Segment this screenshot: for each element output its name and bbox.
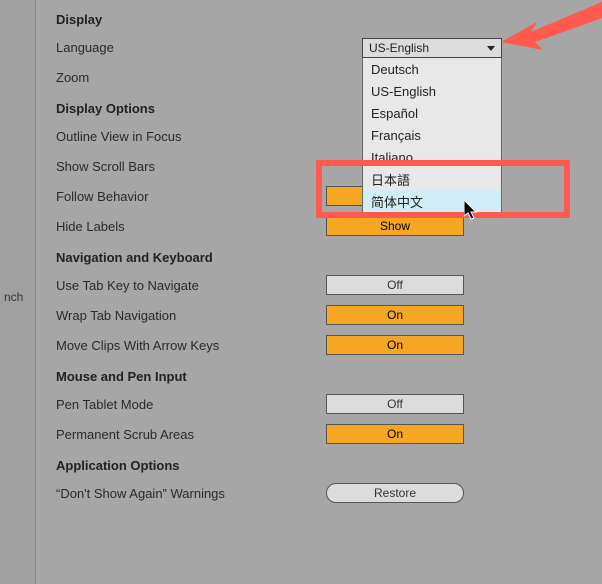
moveclips-toggle[interactable]: On xyxy=(326,335,464,355)
app-options-title: Application Options xyxy=(36,452,602,481)
language-option-italiano[interactable]: Italiano xyxy=(363,146,501,168)
pentablet-label: Pen Tablet Mode xyxy=(56,397,326,412)
wraptab-toggle[interactable]: On xyxy=(326,305,464,325)
wraptab-label: Wrap Tab Navigation xyxy=(56,308,326,323)
display-section-title: Display xyxy=(36,6,602,35)
language-dropdown-selected[interactable]: US-English xyxy=(362,38,502,58)
follow-label: Follow Behavior xyxy=(56,189,326,204)
tabkey-toggle[interactable]: Off xyxy=(326,275,464,295)
nav-keyboard-title: Navigation and Keyboard xyxy=(36,244,602,273)
pentablet-toggle[interactable]: Off xyxy=(326,394,464,414)
warnings-label: “Don't Show Again” Warnings xyxy=(56,486,326,501)
moveclips-label: Move Clips With Arrow Keys xyxy=(56,338,326,353)
tabkey-label: Use Tab Key to Navigate xyxy=(56,278,326,293)
language-dropdown-list: Deutsch US-English Español Français Ital… xyxy=(362,58,502,213)
language-option-deutsch[interactable]: Deutsch xyxy=(363,58,501,80)
zoom-label: Zoom xyxy=(56,70,326,85)
scrub-label: Permanent Scrub Areas xyxy=(56,427,326,442)
language-dropdown[interactable]: US-English Deutsch US-English Español Fr… xyxy=(362,38,502,213)
language-option-us-english[interactable]: US-English xyxy=(363,80,501,102)
restore-warnings-button[interactable]: Restore xyxy=(326,483,464,503)
language-option-espanol[interactable]: Español xyxy=(363,102,501,124)
hidelabels-label: Hide Labels xyxy=(56,219,326,234)
language-selected-text: US-English xyxy=(369,41,429,55)
chevron-down-icon xyxy=(487,46,495,51)
mouse-pen-title: Mouse and Pen Input xyxy=(36,363,602,392)
left-tab-fragment[interactable]: nch xyxy=(4,290,23,304)
language-option-francais[interactable]: Français xyxy=(363,124,501,146)
outline-label: Outline View in Focus xyxy=(56,129,326,144)
display-options-title: Display Options xyxy=(36,95,602,124)
scrub-toggle[interactable]: On xyxy=(326,424,464,444)
language-option-japanese[interactable]: 日本語 xyxy=(363,168,501,190)
language-option-simplified-chinese[interactable]: 简体中文 xyxy=(363,190,501,212)
language-label: Language xyxy=(56,40,326,55)
hide-labels-button[interactable]: Show xyxy=(326,216,464,236)
scrollbars-label: Show Scroll Bars xyxy=(56,159,326,174)
